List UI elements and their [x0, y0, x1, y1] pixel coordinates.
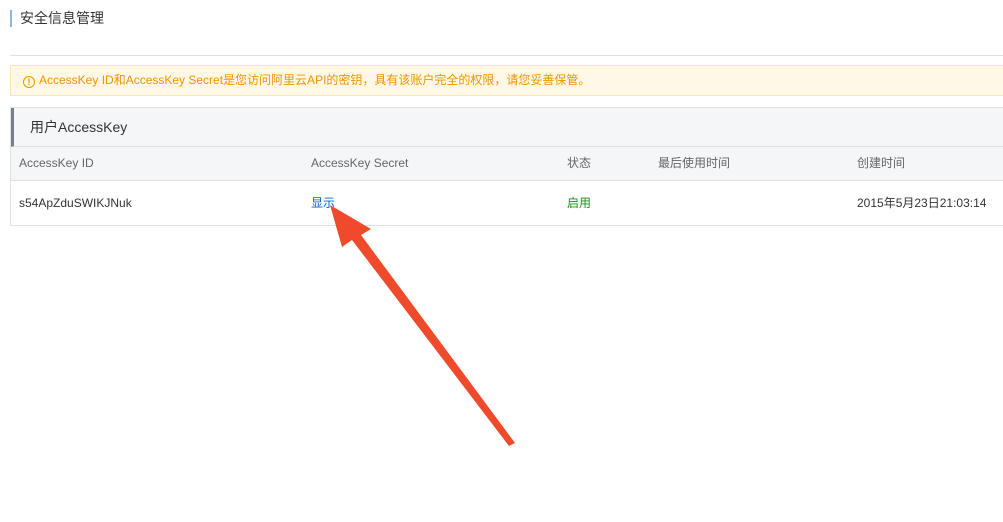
column-header-created: 创建时间: [857, 156, 906, 170]
table-row: s54ApZduSWIKJNuk 显示 启用 2015年5月23日21:03:1…: [11, 181, 1003, 225]
panel-title: 用户AccessKey: [11, 108, 1003, 147]
column-header-access-key-id: AccessKey ID: [19, 156, 94, 170]
status-badge: 启用: [567, 196, 592, 210]
show-secret-link[interactable]: 显示: [311, 181, 335, 225]
column-header-access-key-secret: AccessKey Secret: [311, 156, 409, 170]
page-title: 安全信息管理: [10, 10, 104, 27]
created-time-value: 2015年5月23日21:03:14: [857, 196, 987, 210]
warning-notice: ! AccessKey ID和AccessKey Secret是您访问阿里云API…: [10, 65, 1003, 96]
access-key-panel: 用户AccessKey AccessKey ID AccessKey Secre…: [10, 107, 1003, 226]
column-header-last-used: 最后使用时间: [658, 156, 731, 170]
warning-notice-text: AccessKey ID和AccessKey Secret是您访问阿里云API的…: [39, 73, 591, 87]
header-divider: [10, 55, 1003, 56]
warning-icon: !: [23, 76, 35, 88]
security-info-page: 安全信息管理 ! AccessKey ID和AccessKey Secret是您访…: [0, 0, 1003, 522]
table-header: AccessKey ID AccessKey Secret 状态 最后使用时间 …: [11, 147, 1003, 181]
column-header-status: 状态: [567, 156, 592, 170]
access-key-id-value: s54ApZduSWIKJNuk: [19, 196, 132, 210]
